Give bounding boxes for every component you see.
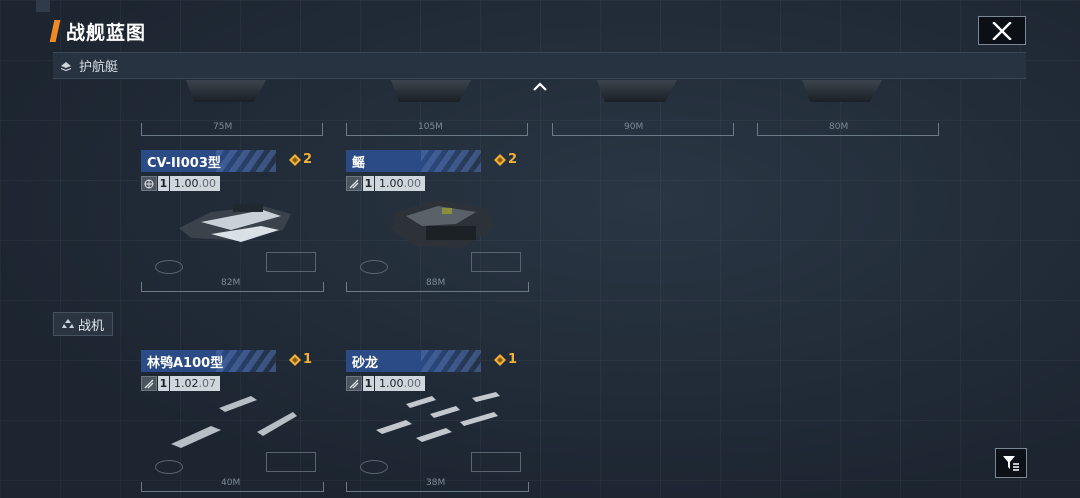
ship-length: 82M bbox=[221, 278, 241, 288]
ship-name-bar: 林鸮A100型 bbox=[141, 350, 276, 372]
cost-badge: 1 bbox=[493, 352, 517, 367]
slash-icon bbox=[141, 376, 157, 391]
cost-value: 1 bbox=[507, 352, 517, 367]
coin-icon bbox=[493, 353, 506, 366]
ship-length: 75M bbox=[213, 122, 233, 132]
coin-icon bbox=[288, 353, 301, 366]
blueprint-sketch bbox=[360, 260, 388, 274]
ship-length: 90M bbox=[624, 122, 644, 132]
ship-tier: 1 bbox=[363, 176, 374, 191]
escort-category-icon bbox=[60, 61, 72, 71]
ship-card-cv-ii003[interactable]: CV-II003型 2 1 1.00.00 82M bbox=[141, 150, 324, 292]
chevron-up-icon[interactable] bbox=[531, 80, 549, 92]
cost-badge: 1 bbox=[288, 352, 312, 367]
ship-card-yao[interactable]: 鳐 2 1 1.00.00 88M bbox=[346, 150, 529, 292]
filter-button[interactable] bbox=[995, 448, 1027, 478]
ship-image bbox=[392, 200, 494, 248]
category-tab-fighter[interactable]: 战机 bbox=[53, 312, 113, 336]
coin-icon bbox=[493, 153, 506, 166]
ship-name: 鳐 bbox=[352, 155, 366, 171]
ship-tier: 1 bbox=[158, 176, 169, 191]
corner-mark bbox=[36, 0, 50, 12]
ship-card-sha-long[interactable]: 砂龙 1 1 1.00.00 38M bbox=[346, 350, 529, 492]
section-label-escort: 护航艇 bbox=[79, 60, 119, 75]
ship-name: CV-II003型 bbox=[147, 155, 221, 171]
close-button[interactable] bbox=[978, 16, 1026, 45]
globe-icon bbox=[141, 176, 157, 191]
ship-length: 40M bbox=[221, 478, 241, 488]
ship-name: 砂龙 bbox=[352, 355, 379, 371]
ship-image bbox=[597, 80, 677, 102]
section-header-escort[interactable]: 护航艇 bbox=[53, 52, 1026, 79]
ship-name-bar: 砂龙 bbox=[346, 350, 481, 372]
cost-value: 2 bbox=[507, 152, 517, 167]
blueprint-sketch bbox=[266, 452, 316, 472]
partial-ship-card[interactable]: 90M bbox=[552, 80, 734, 136]
ship-tier: 1 bbox=[363, 376, 374, 391]
fighter-category-icon bbox=[61, 319, 74, 328]
ship-length: 38M bbox=[426, 478, 446, 488]
ship-card-lin-xiao-a100[interactable]: 林鸮A100型 1 1 1.02.07 40M bbox=[141, 350, 324, 492]
slash-icon bbox=[346, 176, 362, 191]
blueprint-sketch bbox=[155, 460, 183, 474]
cost-badge: 2 bbox=[288, 152, 312, 167]
ship-length: 105M bbox=[418, 122, 443, 132]
blueprint-sketch bbox=[471, 452, 521, 472]
category-label: 战机 bbox=[77, 318, 104, 334]
ship-image bbox=[802, 80, 882, 102]
close-icon bbox=[992, 21, 1012, 40]
ship-image bbox=[179, 204, 291, 242]
page-title: 战舰蓝图 bbox=[66, 21, 147, 44]
blueprint-sketch bbox=[155, 260, 183, 274]
ship-length: 80M bbox=[829, 122, 849, 132]
cost-value: 2 bbox=[302, 152, 312, 167]
slash-icon bbox=[346, 376, 362, 391]
filter-icon bbox=[1003, 456, 1019, 471]
page-header: 战舰蓝图 bbox=[49, 18, 147, 44]
blueprint-sketch bbox=[360, 460, 388, 474]
title-accent bbox=[49, 20, 61, 42]
ship-length: 88M bbox=[426, 278, 446, 288]
ship-image bbox=[391, 80, 471, 102]
ship-image bbox=[186, 80, 266, 102]
ship-name-bar: 鳐 bbox=[346, 150, 481, 172]
partial-ship-card[interactable]: 105M bbox=[346, 80, 528, 136]
cost-value: 1 bbox=[302, 352, 312, 367]
cost-badge: 2 bbox=[493, 152, 517, 167]
ship-name: 林鸮A100型 bbox=[147, 355, 224, 371]
ship-name-bar: CV-II003型 bbox=[141, 150, 276, 172]
ship-tier: 1 bbox=[158, 376, 169, 391]
partial-ship-card[interactable]: 75M bbox=[141, 80, 323, 136]
blueprint-sketch bbox=[471, 252, 521, 272]
coin-icon bbox=[288, 153, 301, 166]
blueprint-sketch bbox=[266, 252, 316, 272]
ship-image bbox=[376, 392, 500, 442]
partial-ship-card[interactable]: 80M bbox=[757, 80, 939, 136]
ship-image bbox=[171, 396, 297, 448]
